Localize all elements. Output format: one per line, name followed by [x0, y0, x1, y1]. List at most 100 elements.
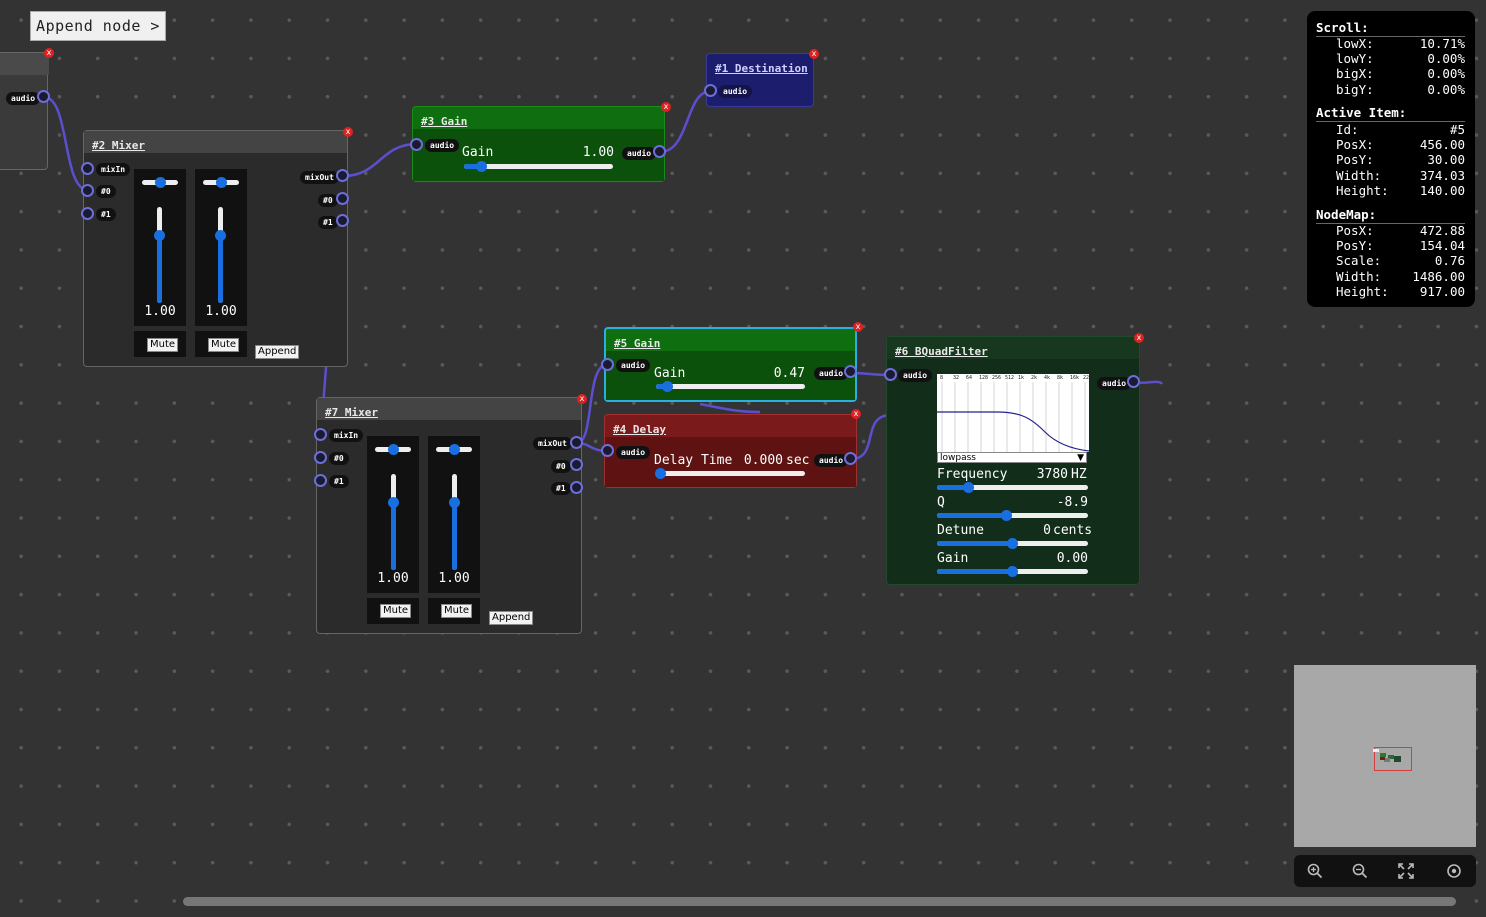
mixer7-mixout-port[interactable] — [570, 436, 583, 449]
mixer7-ch0-mute-button[interactable]: Mute — [380, 604, 412, 618]
gain5-input-port[interactable] — [601, 358, 614, 371]
port-label-out0: #0 — [551, 460, 571, 473]
port-label-audio: audio — [718, 85, 753, 98]
zoom-in-icon[interactable] — [1306, 862, 1324, 880]
mixer7-ch0-value: 1.00 — [377, 571, 409, 586]
mixer7-ch1-pan-slider[interactable] — [436, 444, 472, 455]
delay4-close-icon[interactable]: x — [851, 409, 861, 419]
filter-q-label: Q — [937, 495, 945, 510]
mixer2-mixin-port[interactable] — [81, 162, 94, 175]
append-node-button[interactable]: Append node > — [30, 11, 166, 41]
frequency-tick-labels: 8 32 64 128 256 512 1k 2k 4k 8k 16k 22k — [937, 374, 1093, 382]
mixer2-ch0-value: 1.00 — [144, 304, 176, 319]
mixer7-in0-port[interactable] — [314, 451, 327, 464]
horizontal-scrollbar[interactable] — [183, 897, 1456, 906]
delay4-input-port[interactable] — [601, 444, 614, 457]
zoom-toolbar — [1294, 855, 1476, 887]
port-label-audio: audio — [814, 367, 849, 380]
filter-detune-slider[interactable] — [937, 538, 1088, 549]
port-label-mixout: mixOut — [533, 437, 572, 450]
delay4-slider[interactable] — [655, 468, 805, 479]
delay4-unit: sec — [786, 453, 810, 468]
gain3-output-port[interactable] — [653, 145, 666, 158]
delay4-output-port[interactable] — [844, 452, 857, 465]
filter6-close-icon[interactable]: x — [1134, 333, 1144, 343]
gain5-value: 0.47 — [773, 366, 805, 381]
fit-screen-icon[interactable] — [1397, 862, 1415, 880]
filter-response-graph: 8 32 64 128 256 512 1k 2k 4k 8k 16k 22k — [937, 374, 1093, 452]
output-port[interactable] — [37, 90, 50, 103]
gain5-slider[interactable] — [656, 381, 805, 392]
mixer2-ch0-pan-slider[interactable] — [142, 177, 178, 188]
partial-node-close-icon[interactable]: x — [44, 48, 54, 58]
mixer2-append-button[interactable]: Append — [255, 345, 300, 359]
mixer7-out1-port[interactable] — [570, 481, 583, 494]
gain5-close-icon[interactable]: x — [853, 322, 863, 332]
port-label-audio: audio — [1097, 377, 1132, 390]
mixer7-out0-port[interactable] — [570, 458, 583, 471]
center-icon[interactable] — [1445, 862, 1463, 880]
mixer2-mixout-port[interactable] — [336, 169, 349, 182]
gain5-label: Gain — [654, 366, 686, 381]
filter-q-value: -8.9 — [1056, 495, 1088, 510]
gain3-label: Gain — [462, 145, 494, 160]
info-key: PosY: — [1336, 152, 1374, 168]
port-label-out1: #1 — [318, 216, 338, 229]
node-destination[interactable]: #1 Destination — [706, 53, 814, 107]
frequency-tick-label: 22k — [1083, 375, 1093, 381]
frequency-tick-label: 8 — [940, 375, 944, 381]
zoom-out-icon[interactable] — [1351, 862, 1369, 880]
info-key: Width: — [1336, 268, 1382, 284]
info-value: 0.00% — [1427, 81, 1465, 97]
mixer2-ch0-mute-button[interactable]: Mute — [147, 338, 179, 352]
partial-node[interactable] — [0, 52, 49, 170]
info-key: lowY: — [1336, 51, 1374, 67]
port-label-mixin: mixIn — [96, 163, 131, 176]
mixer7-mixin-port[interactable] — [314, 428, 327, 441]
mixer2-ch0-volume-slider[interactable] — [154, 207, 165, 303]
filter-gain-slider[interactable] — [937, 566, 1088, 577]
filter-frequency-slider[interactable] — [937, 482, 1088, 493]
mixer2-close-icon[interactable]: x — [343, 127, 353, 137]
mixer2-in0-port[interactable] — [81, 184, 94, 197]
mixer7-ch1-volume-slider[interactable] — [449, 474, 460, 570]
frequency-tick-label: 32 — [953, 375, 960, 381]
frequency-tick-label: 16k — [1070, 375, 1080, 381]
mixer2-out1-port[interactable] — [336, 214, 349, 227]
destination-close-icon[interactable]: x — [809, 49, 819, 59]
mixer7-in1-port[interactable] — [314, 474, 327, 487]
info-key: Id: — [1336, 122, 1359, 137]
info-value: 456.00 — [1419, 137, 1465, 153]
minimap[interactable] — [1294, 665, 1476, 847]
filter-q-slider[interactable] — [937, 510, 1088, 521]
info-value: 472.88 — [1419, 223, 1465, 238]
port-label-audio: audio — [814, 454, 849, 467]
mixer2-ch1-volume-slider[interactable] — [215, 207, 226, 303]
frequency-tick-label: 1k — [1018, 375, 1025, 381]
frequency-tick-label: 256 — [992, 375, 1002, 381]
mixer2-ch1-value: 1.00 — [205, 304, 237, 319]
delay4-label: Delay Time — [654, 453, 733, 468]
mixer7-ch0-pan-slider[interactable] — [375, 444, 411, 455]
filter-type-select[interactable]: lowpass ▼ — [937, 452, 1087, 463]
mixer7-ch0-volume-slider[interactable] — [388, 474, 399, 570]
gain3-close-icon[interactable]: x — [661, 102, 671, 112]
gain3-slider[interactable] — [464, 161, 613, 172]
mixer7-append-button[interactable]: Append — [489, 611, 534, 625]
port-label-mixin: mixIn — [329, 429, 364, 442]
port-label-in0: #0 — [96, 185, 116, 198]
gain3-input-port[interactable] — [410, 138, 423, 151]
filter6-output-port[interactable] — [1127, 375, 1140, 388]
mixer2-ch1-mute-button[interactable]: Mute — [208, 338, 240, 352]
destination-input-port[interactable] — [704, 84, 717, 97]
mixer2-ch1-pan-slider[interactable] — [203, 177, 239, 188]
mixer7-ch1-mute-button[interactable]: Mute — [441, 604, 473, 618]
info-key: Width: — [1336, 167, 1382, 183]
mixer2-out0-port[interactable] — [336, 192, 349, 205]
filter6-input-port[interactable] — [884, 368, 897, 381]
gain5-output-port[interactable] — [844, 365, 857, 378]
info-key: bigY: — [1336, 81, 1374, 97]
mixer7-close-icon[interactable]: x — [577, 394, 587, 404]
mixer2-in1-port[interactable] — [81, 207, 94, 220]
filter-detune-unit: cents — [1053, 523, 1093, 538]
